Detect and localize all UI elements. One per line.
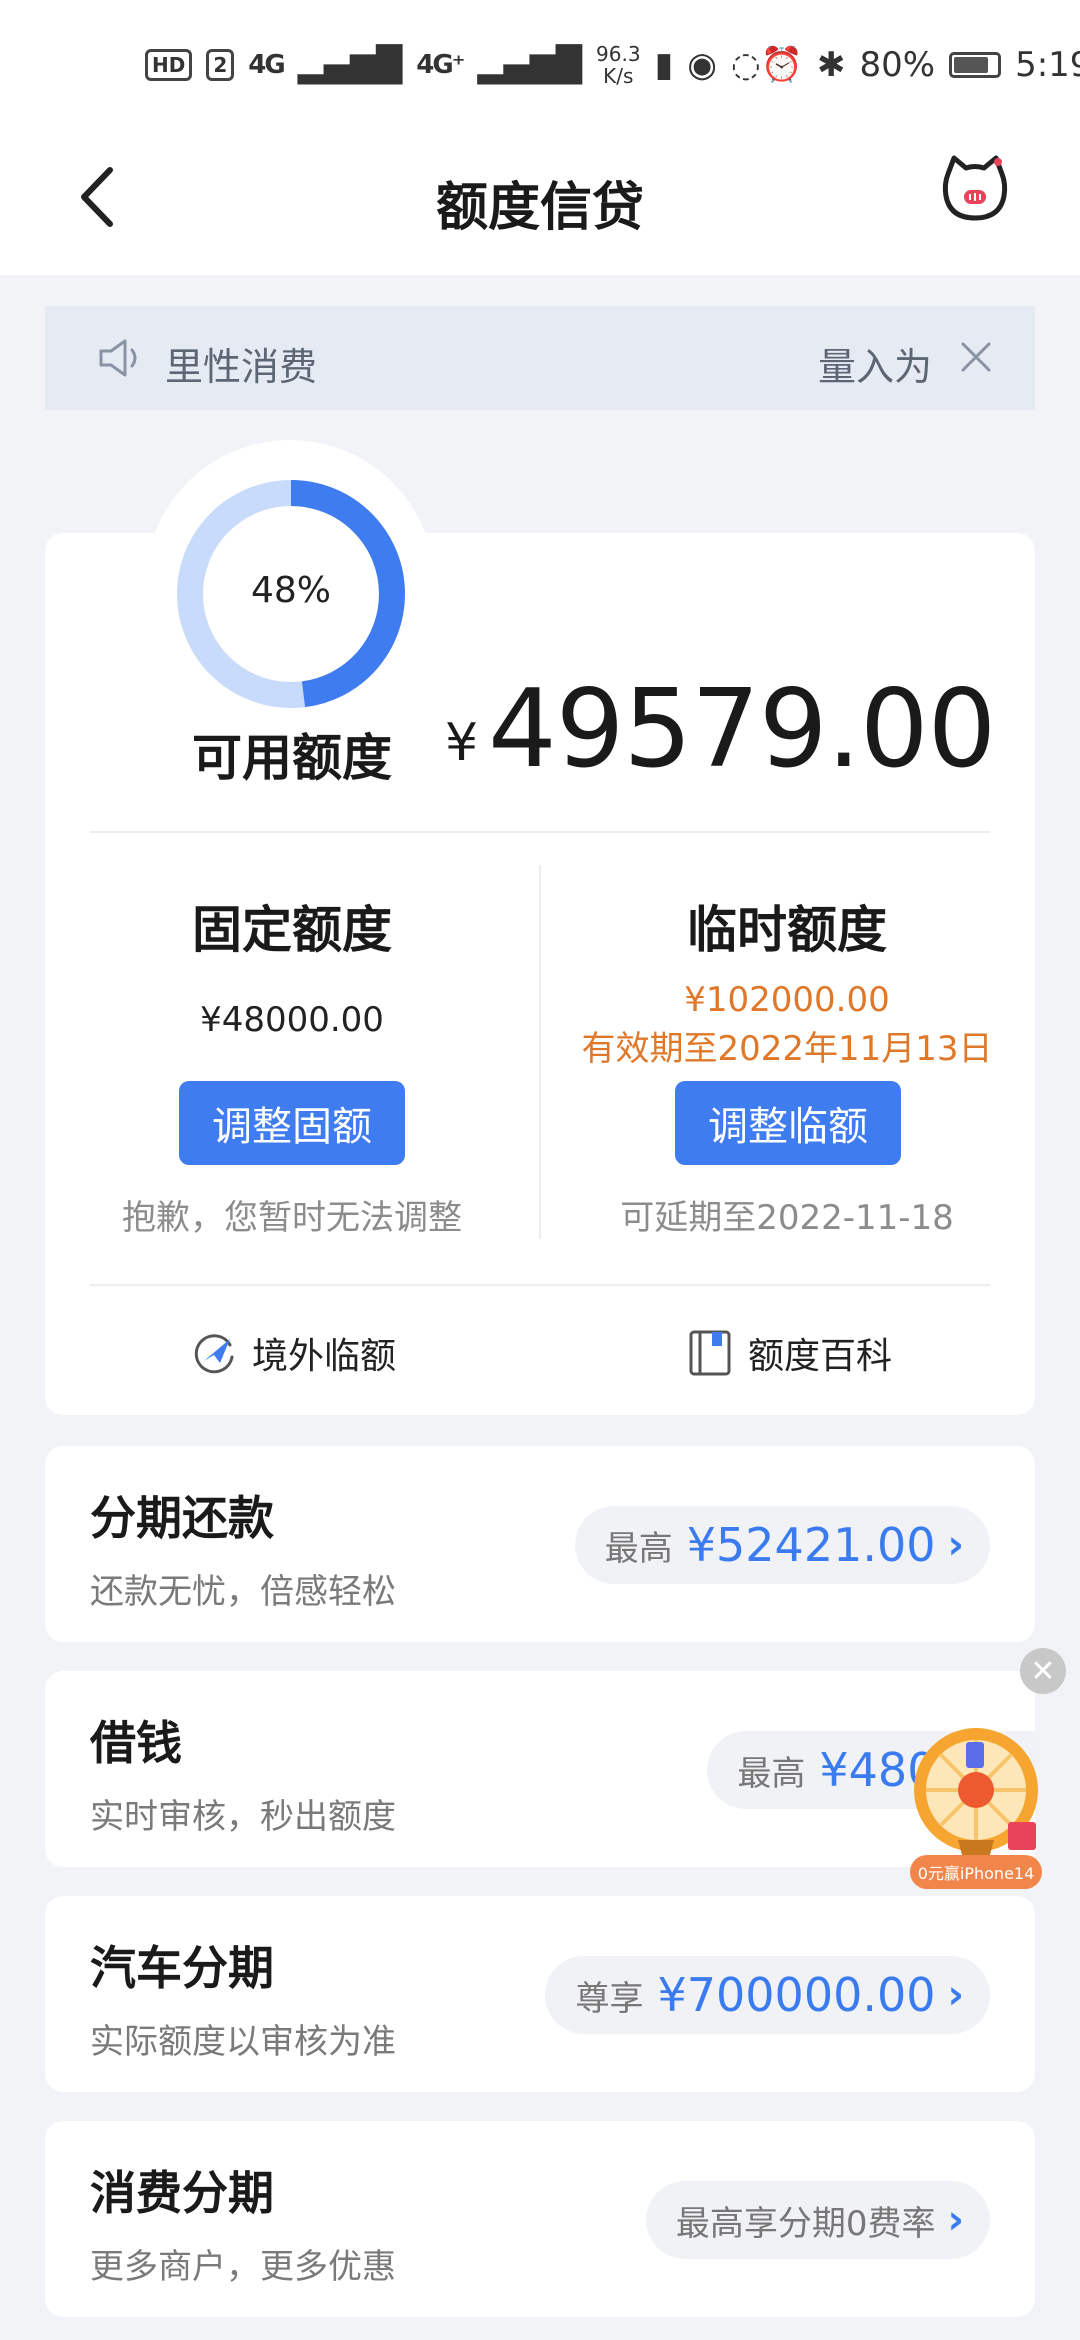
promo-pill[interactable]: 最高享分期0费率 › bbox=[645, 2181, 990, 2259]
status-bar: HD 2 4G ▂▄▆█ 4G⁺ ▂▄▆█ 96.3 K/s ▮ ◉ ◌ ⏰ ✱… bbox=[0, 0, 1080, 130]
wiki-label: 额度百科 bbox=[748, 1336, 893, 1377]
adjust-temporary-button[interactable]: 调整临额 bbox=[675, 1081, 901, 1165]
row-subtitle: 更多商户，更多优惠 bbox=[90, 2247, 396, 2287]
consumer-installment-card[interactable]: 消费分期 更多商户，更多优惠 最高享分期0费率 › bbox=[45, 2121, 1035, 2317]
bluetooth-icon: ✱ bbox=[816, 45, 846, 85]
available-label: 可用额度 bbox=[192, 729, 392, 787]
pill-prefix: 最高享分期0费率 bbox=[675, 2203, 936, 2244]
plane-globe-icon bbox=[194, 1334, 234, 1374]
loading-icon: ◌ bbox=[730, 45, 761, 85]
row-title: 借钱 bbox=[90, 1716, 182, 1770]
chevron-right-icon: › bbox=[947, 1972, 964, 2018]
pill-prefix: 最高 bbox=[737, 1753, 806, 1794]
currency-symbol: ¥ bbox=[445, 713, 479, 773]
temporary-validity: 有效期至2022年11月13日 bbox=[581, 1029, 993, 1069]
row-title: 分期还款 bbox=[90, 1491, 274, 1545]
pill-value: ¥700000.00 bbox=[657, 1968, 936, 2022]
installment-repay-card[interactable]: 分期还款 还款无忧，倍感轻松 最高 ¥52421.00 › bbox=[45, 1446, 1035, 1642]
back-arrow-icon[interactable] bbox=[70, 162, 130, 232]
status-right: ⏰ ✱ 80% 5:19 bbox=[761, 45, 1080, 85]
row-subtitle: 实时审核，秒出额度 bbox=[90, 1797, 396, 1837]
fixed-title: 固定额度 bbox=[192, 901, 392, 959]
pill-value: ¥52421.00 bbox=[686, 1518, 936, 1572]
temporary-amount: ¥102000.00 bbox=[684, 980, 890, 1020]
chevron-right-icon: › bbox=[947, 2197, 964, 2243]
speaker-icon bbox=[99, 339, 137, 377]
book-icon bbox=[689, 1330, 731, 1376]
network-speed: 96.3 K/s bbox=[596, 43, 641, 87]
signal-1: 4G bbox=[248, 50, 285, 80]
limit-pill[interactable]: 最高 ¥52421.00 › bbox=[574, 1506, 990, 1584]
signal-bars-icon: ▂▄▆█ bbox=[297, 45, 403, 85]
row-title: 汽车分期 bbox=[90, 1941, 274, 1995]
ring-percent-label: 48% bbox=[250, 570, 331, 611]
promo-close-icon[interactable]: ✕ bbox=[1020, 1648, 1066, 1694]
alert-icon: ▮ bbox=[654, 45, 674, 85]
row-subtitle: 实际额度以审核为准 bbox=[90, 2022, 396, 2062]
row-subtitle: 还款无忧，倍感轻松 bbox=[90, 1572, 396, 1612]
overseas-credit-link[interactable]: 境外临额 bbox=[190, 1327, 396, 1379]
credit-wiki-link[interactable]: 额度百科 bbox=[686, 1327, 892, 1379]
promo-label[interactable]: 0元赢iPhone14 bbox=[910, 1855, 1042, 1889]
status-left: HD 2 4G ▂▄▆█ 4G⁺ ▂▄▆█ 96.3 K/s ▮ ◉ ◌ bbox=[145, 43, 761, 87]
temporary-title: 临时额度 bbox=[687, 901, 887, 959]
signal-2: 4G⁺ bbox=[416, 50, 465, 80]
notice-bar[interactable]: 里性消费 量入为 bbox=[45, 306, 1035, 410]
battery-icon bbox=[949, 52, 1002, 78]
car-installment-card[interactable]: 汽车分期 实际额度以审核为准 尊享 ¥700000.00 › bbox=[45, 1896, 1035, 2092]
clock: 5:19 bbox=[1015, 45, 1080, 85]
column-divider bbox=[539, 865, 541, 1239]
divider bbox=[90, 831, 990, 833]
pill-prefix: 尊享 bbox=[575, 1978, 644, 2019]
available-amount: 49579.00 bbox=[488, 667, 996, 792]
cat-service-icon[interactable] bbox=[940, 154, 1010, 224]
limit-pill[interactable]: 尊享 ¥700000.00 › bbox=[545, 1956, 990, 2034]
battery-percent: 80% bbox=[859, 45, 936, 85]
row-title: 消费分期 bbox=[90, 2166, 274, 2220]
signal-bars-icon: ▂▄▆█ bbox=[477, 45, 583, 85]
notice-text-left: 里性消费 bbox=[165, 345, 318, 389]
speed-unit: K/s bbox=[603, 64, 634, 88]
fixed-note: 抱歉，您暂时无法调整 bbox=[122, 1198, 462, 1238]
page-title: 额度信贷 bbox=[435, 178, 644, 238]
speed-value: 96.3 bbox=[596, 42, 641, 66]
notice-text-right: 量入为 bbox=[818, 345, 933, 389]
fixed-amount: ¥48000.00 bbox=[200, 1000, 384, 1040]
app-icon: ◉ bbox=[687, 45, 717, 85]
overseas-label: 境外临额 bbox=[252, 1336, 397, 1377]
adjust-fixed-button[interactable]: 调整固额 bbox=[179, 1081, 405, 1165]
temporary-note: 可延期至2022-11-18 bbox=[620, 1198, 954, 1238]
close-icon[interactable] bbox=[957, 338, 995, 376]
sim-badge: 2 bbox=[206, 49, 235, 81]
divider bbox=[90, 1284, 990, 1286]
alarm-icon: ⏰ bbox=[760, 45, 803, 85]
chevron-right-icon: › bbox=[947, 1522, 964, 1568]
pill-prefix: 最高 bbox=[604, 1528, 673, 1569]
app-header: 额度信贷 bbox=[0, 130, 1080, 275]
borrow-money-card[interactable]: 借钱 实时审核，秒出额度 最高 ¥48000 bbox=[45, 1671, 1035, 1867]
hd-badge: HD bbox=[145, 49, 193, 81]
